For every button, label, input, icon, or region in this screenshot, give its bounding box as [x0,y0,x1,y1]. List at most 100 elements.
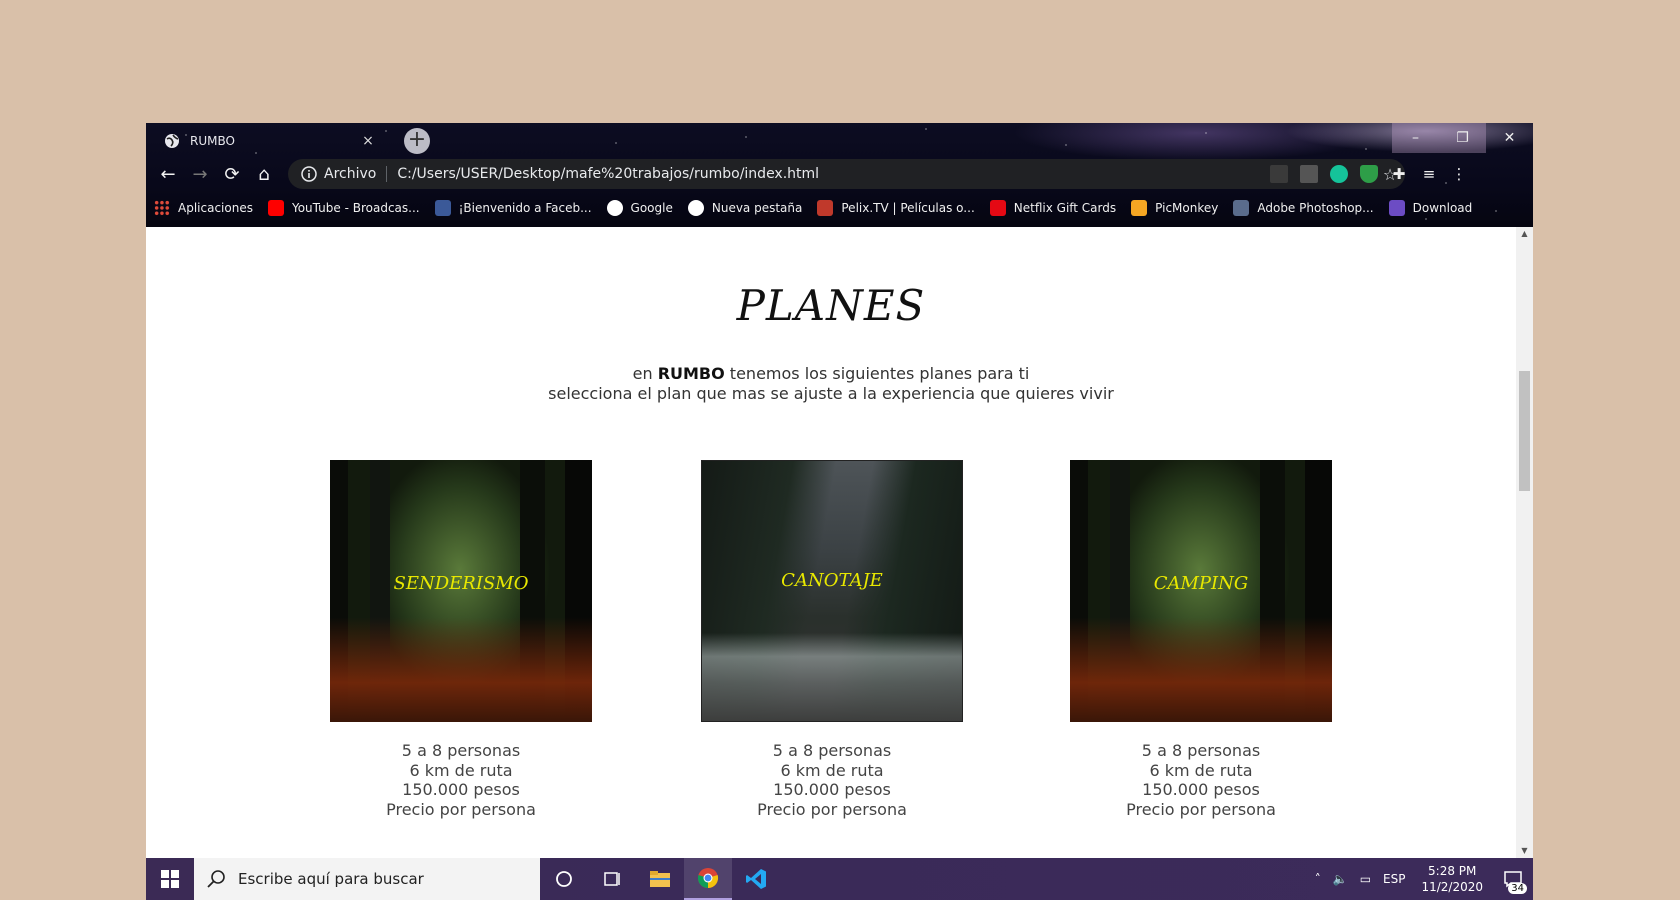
intro-text: en RUMBO tenemos los siguientes planes p… [146,364,1516,404]
puzzle-icon[interactable]: ✚ [1390,165,1408,183]
plan-info: 5 a 8 personas 6 km de ruta 150.000 peso… [701,741,963,819]
shield-icon[interactable] [1360,165,1378,183]
plan-image[interactable]: CAMPING [1070,460,1332,722]
plan-card-canotaje[interactable]: CANOTAJE 5 a 8 personas 6 km de ruta 150… [701,460,963,819]
url-text[interactable]: C:/Users/USER/Desktop/mafe%20trabajos/ru… [397,166,1375,182]
tab-close-icon[interactable]: × [356,133,380,149]
plan-price: 150.000 pesos [402,780,520,799]
file-explorer-button[interactable] [636,858,684,900]
plan-card-camping[interactable]: CAMPING 5 a 8 personas 6 km de ruta 150.… [1070,460,1332,819]
bookmark-item[interactable]: Nueva pestaña [687,200,803,216]
extension-icons: ✚ ≡ ⋮ [1270,156,1468,192]
bookmark-label: Netflix Gift Cards [1013,201,1117,215]
bookmark-label: Pelix.TV | Películas o... [841,201,975,215]
scrollbar-thumb[interactable] [1519,371,1530,492]
cortana-button[interactable] [540,858,588,900]
notification-count: 34 [1508,883,1527,894]
scroll-down-arrow-icon[interactable]: ▼ [1516,844,1533,858]
chrome-icon [697,868,719,889]
brand-name: RUMBO [657,364,725,383]
taskbar: Escribe aquí para buscar ˄ 🔈 ▭ ESP 5:28 … [146,858,1533,900]
plan-distance: 6 km de ruta [409,760,513,780]
plan-image[interactable]: SENDERISMO [330,460,592,722]
intro-line-2: selecciona el plan que mas se ajuste a l… [548,384,1114,403]
plan-name: CANOTAJE [781,570,883,591]
bookmark-item[interactable]: ¡Bienvenido a Faceb... [434,200,592,216]
tab-title: RUMBO [190,134,235,148]
bookmark-label: Aplicaciones [178,201,253,215]
apps-grid-icon [154,200,170,216]
windows-start-button[interactable] [146,858,194,900]
photoshop-icon [1233,200,1250,216]
plan-distance: 6 km de ruta [780,760,884,780]
plan-name: CAMPING [1153,573,1249,594]
minimize-button[interactable]: – [1392,123,1439,153]
close-window-button[interactable]: ✕ [1486,123,1533,153]
menu-icon[interactable]: ⋮ [1450,165,1468,183]
page-title: PLANES [736,281,926,330]
screen: RUMBO × + – ❐ ✕ ← → ⟳ ⌂ Archivo C:/Users… [146,123,1533,900]
bookmark-item[interactable]: Adobe Photoshop... [1233,200,1374,216]
bookmark-item[interactable]: Aplicaciones [154,200,253,216]
plan-card-senderismo[interactable]: SENDERISMO 5 a 8 personas 6 km de ruta 1… [330,460,592,819]
scroll-up-arrow-icon[interactable]: ▲ [1516,227,1533,241]
battery-icon[interactable]: ▭ [1360,872,1371,886]
plan-price-note: Precio por persona [757,799,907,819]
plan-price: 150.000 pesos [1142,780,1260,799]
extension-icon[interactable] [1270,165,1288,183]
globe-icon [165,134,179,148]
chevron-up-icon[interactable]: ˄ [1315,872,1321,886]
browser-chrome: RUMBO × + – ❐ ✕ ← → ⟳ ⌂ Archivo C:/Users… [146,123,1533,227]
info-icon[interactable] [300,165,318,183]
bookmark-label: PicMonkey [1155,201,1219,215]
extension-icon[interactable] [1300,165,1318,183]
search-placeholder: Escribe aquí para buscar [238,870,424,888]
omnibox-chip: Archivo [324,166,388,182]
media-icon[interactable]: ≡ [1420,165,1438,183]
bookmark-label: Adobe Photoshop... [1257,201,1374,215]
browser-tab[interactable]: RUMBO × [150,126,380,156]
clock[interactable]: 5:28 PM 11/2/2020 [1421,863,1483,895]
taskbar-search[interactable]: Escribe aquí para buscar [194,858,540,900]
bookmark-item[interactable]: Google [606,200,673,216]
plan-price: 150.000 pesos [773,780,891,799]
bookmark-item[interactable]: PicMonkey [1131,200,1218,216]
page-scrollbar[interactable]: ▲ ▼ [1516,227,1533,858]
plan-people: 5 a 8 personas [1141,741,1261,760]
chrome-taskbar-button[interactable] [684,858,732,900]
bookmark-item[interactable]: Pelix.TV | Películas o... [817,200,975,216]
picmonkey-icon [1131,200,1148,216]
netflix-icon [989,200,1006,216]
address-bar[interactable]: Archivo C:/Users/USER/Desktop/mafe%20tra… [288,159,1405,189]
plan-price-note: Precio por persona [1126,799,1276,819]
browser-toolbar: ← → ⟳ ⌂ Archivo C:/Users/USER/Desktop/ma… [146,156,1533,192]
volume-icon[interactable]: 🔈 [1333,872,1348,886]
bookmark-label: Google [630,201,673,215]
facebook-icon [434,200,451,216]
maximize-button[interactable]: ❐ [1439,123,1486,153]
intro-post: tenemos los siguientes planes para ti [724,364,1030,383]
bookmark-item[interactable]: YouTube - Broadcas... [267,200,420,216]
back-button[interactable]: ← [152,158,184,190]
plan-people: 5 a 8 personas [772,741,892,760]
language-indicator[interactable]: ESP [1383,872,1405,886]
forward-button[interactable]: → [184,158,216,190]
plan-image[interactable]: CANOTAJE [701,460,963,722]
youtube-icon [267,200,284,216]
grammarly-icon[interactable] [1330,165,1348,183]
home-button[interactable]: ⌂ [248,158,280,190]
bookmark-label: Nueva pestaña [711,201,803,215]
cortana-circle-icon [556,871,572,887]
notification-center-button[interactable]: 34 [1493,858,1533,900]
plan-price-note: Precio por persona [386,799,536,819]
reload-button[interactable]: ⟳ [216,158,248,190]
task-view-button[interactable] [588,858,636,900]
plan-info: 5 a 8 personas 6 km de ruta 150.000 peso… [330,741,592,819]
bookmark-item[interactable]: Netflix Gift Cards [989,200,1117,216]
bookmark-label: Download [1412,201,1473,215]
new-tab-button[interactable]: + [404,128,430,154]
clock-date: 11/2/2020 [1421,880,1483,894]
bookmark-item[interactable]: Download [1388,200,1473,216]
pelix-icon [817,200,834,216]
vscode-taskbar-button[interactable] [732,858,780,900]
